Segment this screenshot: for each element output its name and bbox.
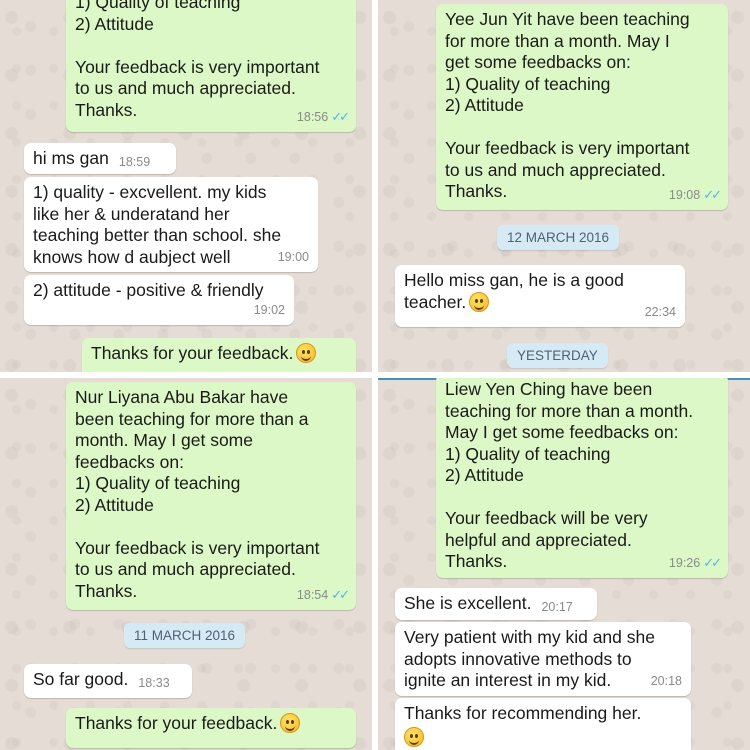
- message-text: Thanks for your feedback.: [75, 713, 278, 733]
- message-text: 1) Quality of teaching 2) Attitude Your …: [75, 0, 320, 120]
- incoming-message: Very patient with my kid and she adopts …: [395, 622, 691, 696]
- incoming-message: 2) attitude - positive & friendly 19:02: [24, 275, 294, 325]
- grinning-face-emoji-icon: [469, 291, 490, 312]
- message-time: 18:54 ✓✓: [296, 586, 350, 602]
- message-time: 20:17: [541, 600, 573, 614]
- message-time: 18:59: [118, 155, 151, 169]
- smiling-face-emoji-icon: [404, 726, 424, 747]
- message-text: So far good.: [33, 669, 129, 689]
- message-time: 19:08 ✓✓: [668, 186, 722, 202]
- date-divider: 12 MARCH 2016: [497, 225, 620, 250]
- chat-panel-bottom-right[interactable]: Liew Yen Ching have been teaching for mo…: [378, 378, 750, 750]
- double-check-icon: ✓✓: [331, 108, 350, 124]
- incoming-message: Hello miss gan, he is a good teacher. 22…: [395, 265, 685, 327]
- message-time: 22:34: [644, 304, 676, 319]
- incoming-message: Thanks for recommending her.: [395, 698, 691, 750]
- double-check-icon: ✓✓: [703, 554, 722, 570]
- date-divider: 11 MARCH 2016: [124, 623, 246, 648]
- message-time: 20:18: [650, 673, 682, 688]
- message-text: Nur Liyana Abu Bakar have been teaching …: [75, 387, 320, 601]
- message-text: She is excellent.: [404, 593, 532, 613]
- chat-panel-bottom-left[interactable]: Nur Liyana Abu Bakar have been teaching …: [0, 378, 372, 750]
- message-text: Thanks for your feedback.: [91, 343, 294, 363]
- double-check-icon: ✓✓: [331, 586, 350, 602]
- incoming-message: hi ms gan 18:59: [24, 143, 176, 174]
- message-text: 2) attitude - positive & friendly: [33, 280, 264, 300]
- outgoing-message: Liew Yen Ching have been teaching for mo…: [436, 378, 728, 578]
- message-text: hi ms gan: [33, 148, 109, 168]
- message-time: 19:26 ✓✓: [668, 554, 722, 570]
- incoming-message: 1) quality - excvellent. my kids like he…: [24, 177, 318, 272]
- message-text: Hello miss gan, he is a good teacher.: [404, 270, 624, 312]
- message-text: Thanks for recommending her.: [404, 703, 642, 723]
- message-time: 18:56 ✓✓: [296, 108, 350, 124]
- message-text: 1) quality - excvellent. my kids like he…: [33, 182, 282, 267]
- message-time: 19:02: [253, 302, 285, 317]
- outgoing-message: Nur Liyana Abu Bakar have been teaching …: [66, 382, 356, 610]
- smiling-face-emoji-icon: [280, 713, 301, 733]
- message-time: 19:00: [277, 249, 309, 264]
- message-text: Yee Jun Yit have been teaching for more …: [445, 9, 690, 201]
- message-text: Liew Yen Ching have been teaching for mo…: [445, 379, 694, 571]
- outgoing-message: 1) Quality of teaching 2) Attitude Your …: [66, 0, 356, 132]
- smiling-face-emoji-icon: [296, 343, 317, 363]
- message-text: Very patient with my kid and she adopts …: [404, 627, 655, 690]
- double-check-icon: ✓✓: [703, 186, 722, 202]
- outgoing-message: Thanks for your feedback.: [66, 708, 356, 748]
- chat-panel-top-right[interactable]: Yee Jun Yit have been teaching for more …: [378, 0, 750, 372]
- incoming-message: She is excellent. 20:17: [395, 588, 597, 620]
- message-time: 18:33: [138, 676, 170, 690]
- incoming-message: So far good. 18:33: [24, 664, 192, 698]
- outgoing-message: Thanks for your feedback.: [82, 338, 356, 372]
- date-divider: YESTERDAY: [507, 343, 608, 368]
- outgoing-message: Yee Jun Yit have been teaching for more …: [436, 4, 728, 210]
- chat-panel-top-left[interactable]: 1) Quality of teaching 2) Attitude Your …: [0, 0, 372, 372]
- screenshot-collage: 1) Quality of teaching 2) Attitude Your …: [0, 0, 750, 750]
